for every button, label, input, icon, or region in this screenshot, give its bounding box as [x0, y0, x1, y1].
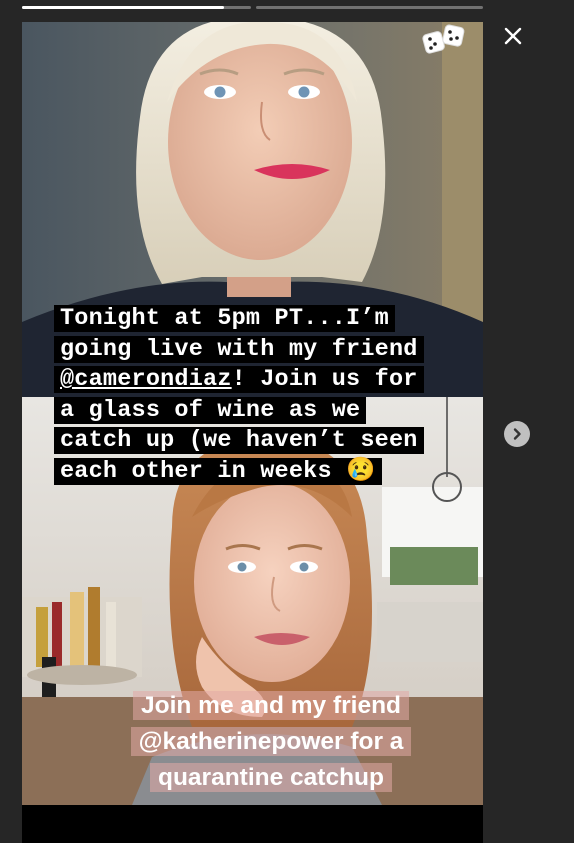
dice-sticker-icon [422, 24, 465, 54]
story-progress-fill-1 [22, 6, 224, 9]
story-card[interactable]: Tonight at 5pm PT...I’m going live with … [22, 22, 483, 843]
story-progress-segment-1 [22, 6, 251, 9]
caption-line: Tonight at 5pm PT...I’m [54, 305, 395, 332]
story-progress-segment-2 [256, 6, 483, 9]
close-button[interactable] [499, 22, 527, 50]
caption-line: catch up (we haven’t seen [54, 427, 424, 455]
story-caption-bottom: Join me and my friend @katherinepower fo… [104, 688, 438, 796]
story-caption-top: Tonight at 5pm PT...I’m going live with … [54, 304, 474, 488]
caption-text: ! Join us for [231, 366, 418, 394]
caption-line: a glass of wine as we [54, 396, 367, 424]
close-icon [504, 27, 522, 45]
caption-line: Join me and my friend [132, 691, 410, 720]
chevron-right-icon [513, 428, 521, 440]
caption-line: each other in weeks 😢 [54, 457, 382, 485]
story-footer-bar [22, 805, 483, 843]
mention-link-katherinepower[interactable]: @katherinepower for a [130, 727, 412, 756]
caption-line: going live with my friend [54, 335, 424, 363]
caption-line: quarantine catchup [150, 763, 392, 792]
mention-link-camerondiaz[interactable]: @camerondiaz [60, 366, 232, 393]
next-story-button[interactable] [504, 421, 530, 447]
caption-line: @camerondiaz! Join us for [54, 366, 424, 394]
